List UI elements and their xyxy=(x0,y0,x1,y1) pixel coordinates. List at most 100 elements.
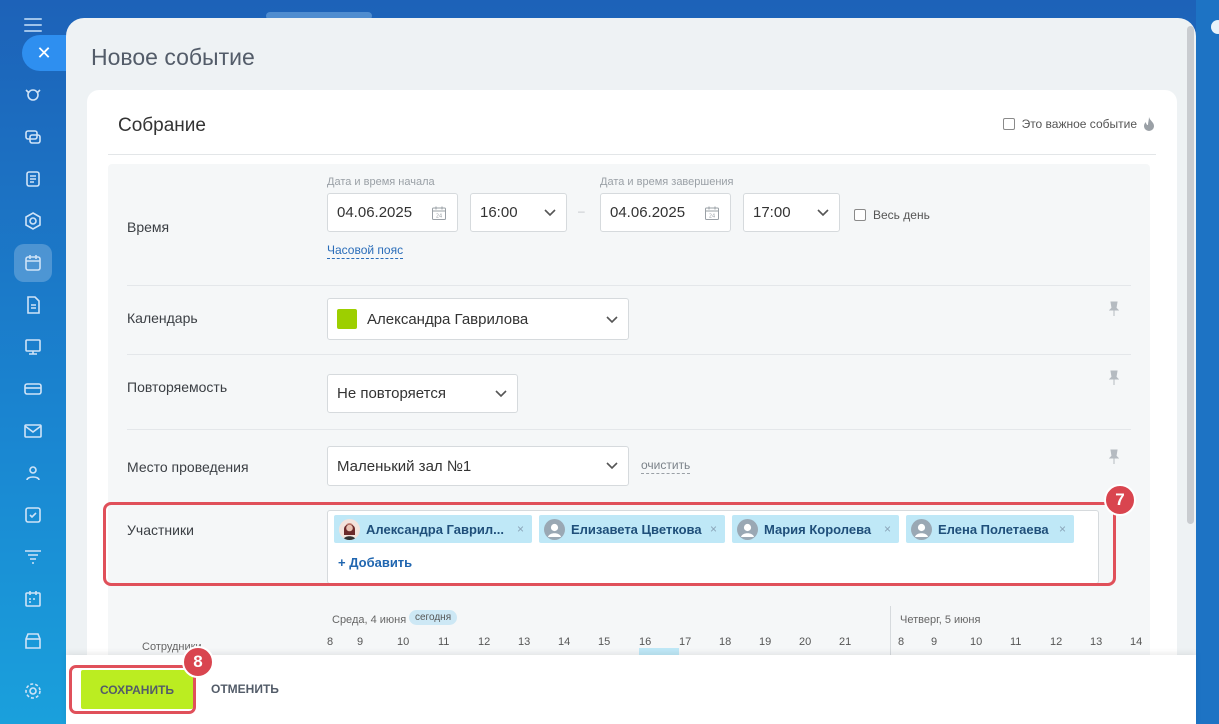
divider xyxy=(127,354,1131,355)
calendar-select[interactable]: Александра Гаврилова xyxy=(327,298,629,340)
schedule-icon[interactable] xyxy=(14,580,52,618)
board-icon[interactable] xyxy=(14,328,52,366)
tasks-icon[interactable] xyxy=(14,496,52,534)
hour-label: 21 xyxy=(839,636,852,648)
calendar-icon[interactable] xyxy=(14,244,52,282)
chevron-down-icon xyxy=(495,390,507,398)
end-time-value: 17:00 xyxy=(753,204,791,221)
hour-label: 20 xyxy=(799,636,812,648)
hour-label: 19 xyxy=(759,636,772,648)
hour-label: 16 xyxy=(639,636,652,648)
repeat-select[interactable]: Не повторяется xyxy=(327,374,518,413)
timezone-link[interactable]: Часовой пояс xyxy=(327,243,404,259)
all-day-checkbox[interactable] xyxy=(854,209,866,221)
divider xyxy=(127,285,1131,286)
mail-icon[interactable] xyxy=(14,412,52,450)
end-date-input[interactable]: 04.06.2025 24 xyxy=(600,193,731,232)
store-icon[interactable] xyxy=(14,622,52,660)
hour-label: 18 xyxy=(719,636,732,648)
feed-icon[interactable] xyxy=(14,76,52,114)
calendar-picker-icon[interactable]: 24 xyxy=(431,205,447,221)
time-label: Время xyxy=(127,219,170,235)
important-label: Это важное событие xyxy=(1021,117,1137,131)
hour-label: 17 xyxy=(679,636,692,648)
location-select[interactable]: Маленький зал №1 xyxy=(327,446,629,486)
cancel-button[interactable]: ОТМЕНИТЬ xyxy=(211,682,279,696)
location-value: Маленький зал №1 xyxy=(337,457,472,475)
hour-label: 11 xyxy=(1010,636,1022,648)
menu-icon[interactable] xyxy=(24,18,42,32)
all-day-label: Весь день xyxy=(873,208,930,222)
all-day-toggle[interactable]: Весь день xyxy=(854,208,930,222)
right-sidebar xyxy=(1196,0,1219,724)
start-date-value: 04.06.2025 xyxy=(337,204,413,221)
location-label: Место проведения xyxy=(127,459,249,475)
hour-label: 10 xyxy=(397,636,410,648)
hour-label: 13 xyxy=(518,636,531,648)
pin-icon[interactable] xyxy=(1109,301,1119,317)
hour-label: 11 xyxy=(438,636,450,648)
event-name-field[interactable]: Собрание xyxy=(118,115,206,137)
crm-icon[interactable] xyxy=(14,370,52,408)
hour-label: 8 xyxy=(898,636,905,648)
today-badge: сегодня xyxy=(409,610,458,625)
hour-label: 13 xyxy=(1090,636,1103,648)
chevron-down-icon xyxy=(817,209,829,217)
step-badge-7: 7 xyxy=(1104,484,1136,516)
scrollbar[interactable] xyxy=(1187,26,1194,524)
groups-icon[interactable] xyxy=(14,202,52,240)
important-checkbox[interactable] xyxy=(1002,118,1015,130)
hour-label: 14 xyxy=(558,636,571,648)
close-panel-button[interactable]: ✕ xyxy=(22,35,66,71)
start-time-value: 16:00 xyxy=(480,204,518,221)
chevron-down-icon xyxy=(606,462,618,470)
end-caption: Дата и время завершения xyxy=(600,176,734,188)
participants-highlight xyxy=(103,502,1116,586)
employees-icon[interactable] xyxy=(14,454,52,492)
important-event-toggle[interactable]: Это важное событие xyxy=(1002,116,1155,132)
pin-icon[interactable] xyxy=(1109,449,1119,465)
form-fields: Время Дата и время начала Дата и время з… xyxy=(108,164,1150,694)
hour-label: 12 xyxy=(478,636,491,648)
calendar-color-swatch xyxy=(337,309,357,329)
hour-label: 12 xyxy=(1050,636,1063,648)
repeat-value: Не повторяется xyxy=(337,385,446,402)
start-caption: Дата и время начала xyxy=(327,176,435,188)
close-icon: ✕ xyxy=(36,42,52,63)
hour-label: 10 xyxy=(970,636,983,648)
hour-label: 14 xyxy=(1130,636,1143,648)
disk-icon[interactable] xyxy=(14,286,52,324)
timeline-day2: Четверг, 5 июня xyxy=(900,614,981,626)
left-sidebar: ✕ xyxy=(0,0,66,724)
divider xyxy=(108,154,1156,155)
svg-text:24: 24 xyxy=(436,214,442,220)
page-title: Новое событие xyxy=(91,44,255,70)
hour-label: 8 xyxy=(327,636,334,648)
end-date-value: 04.06.2025 xyxy=(610,204,686,221)
event-form-card: Собрание Это важное событие Время Дата и… xyxy=(87,90,1177,694)
svg-text:24: 24 xyxy=(709,214,715,220)
start-time-select[interactable]: 16:00 xyxy=(470,193,567,232)
hour-label: 15 xyxy=(598,636,611,648)
chat-icon[interactable] xyxy=(14,118,52,156)
event-slider-panel: Новое событие Собрание Это важное событи… xyxy=(66,18,1196,724)
repeat-label: Повторяемость xyxy=(127,379,228,395)
calendar-value: Александра Гаврилова xyxy=(367,310,529,328)
hour-label: 9 xyxy=(357,636,364,648)
save-highlight xyxy=(69,665,196,714)
timeline-day1: Среда, 4 июня xyxy=(332,614,407,626)
clear-location-link[interactable]: очистить xyxy=(641,458,691,474)
documents-icon[interactable] xyxy=(14,160,52,198)
start-date-input[interactable]: 04.06.2025 24 xyxy=(327,193,458,232)
flame-icon xyxy=(1144,117,1154,131)
settings-icon[interactable] xyxy=(14,672,52,710)
funnel-icon[interactable] xyxy=(14,538,52,576)
right-avatar[interactable] xyxy=(1211,20,1219,34)
pin-icon[interactable] xyxy=(1109,370,1119,386)
footer-bar: СОХРАНИТЬ ОТМЕНИТЬ xyxy=(66,655,1196,724)
end-time-select[interactable]: 17:00 xyxy=(743,193,840,232)
calendar-picker-icon[interactable]: 24 xyxy=(704,205,720,221)
range-dash: – xyxy=(578,204,585,218)
step-badge-8: 8 xyxy=(182,646,214,678)
hour-label: 9 xyxy=(931,636,938,648)
